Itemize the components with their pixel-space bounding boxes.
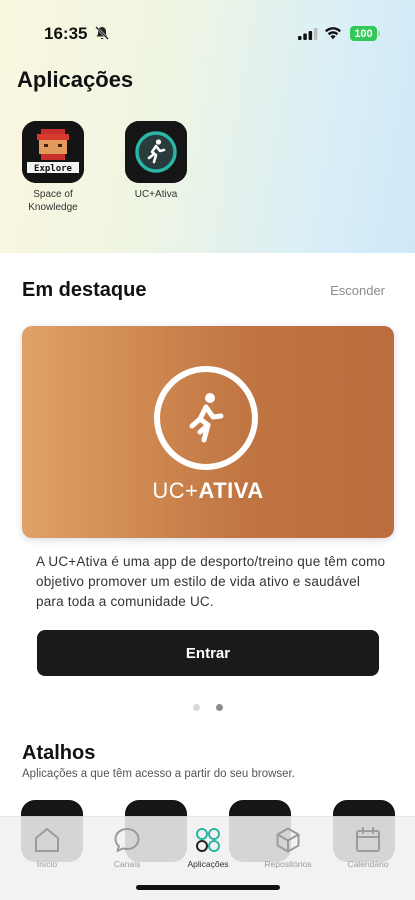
status-time: 16:35 (44, 24, 88, 43)
featured-banner[interactable]: UC+ATIVA (22, 326, 394, 538)
app-space-of-knowledge[interactable]: Explore Space of Knowledge (8, 121, 98, 214)
tab-repositorios[interactable]: Repositórios (248, 825, 328, 869)
home-icon (35, 828, 59, 852)
shortcuts-subtitle: Aplicações a que têm acesso a partir do … (22, 768, 295, 780)
tab-calendario[interactable]: Calendário (328, 825, 408, 869)
tab-label: Canais (113, 859, 141, 869)
pagination-dot-active[interactable] (216, 704, 223, 711)
tab-label: Aplicações (187, 859, 229, 869)
battery-level: 100 (354, 27, 373, 40)
shortcuts-title: Atalhos (22, 742, 96, 764)
calendar-icon (356, 827, 380, 852)
wifi-icon (325, 27, 341, 40)
banner-brand: UC+ATIVA (22, 478, 394, 504)
app-uc-ativa[interactable]: UC+Ativa (111, 121, 201, 201)
status-bar: 16:35 100 (0, 0, 415, 64)
hide-featured-button[interactable]: Esconder (330, 283, 385, 298)
apps-grid-icon (196, 828, 220, 852)
running-person-icon (154, 366, 258, 470)
space-of-knowledge-icon: Explore (22, 121, 84, 183)
cube-icon (276, 827, 300, 853)
bell-off-icon (95, 26, 109, 40)
tab-inicio[interactable]: Início (7, 825, 87, 869)
signal-icon (298, 28, 318, 40)
home-indicator[interactable] (136, 885, 280, 890)
tab-aplicacoes[interactable]: Aplicações (168, 825, 248, 869)
enter-button[interactable]: Entrar (37, 630, 379, 676)
enter-button-label: Entrar (185, 644, 231, 662)
battery-icon: 100 (350, 26, 380, 41)
app-name: Space of Knowledge (28, 189, 78, 213)
banner-brand-light: UC+ (152, 478, 199, 503)
pagination-dot[interactable] (193, 704, 200, 711)
featured-description: A UC+Ativa é uma app de desporto/treino … (36, 554, 386, 609)
app-name: UC+Ativa (134, 189, 178, 200)
banner-brand-bold: ATIVA (198, 478, 264, 503)
uc-ativa-icon (125, 121, 187, 183)
space-of-knowledge-icon-text: Explore (34, 164, 73, 174)
featured-title: Em destaque (22, 279, 147, 301)
tab-label: Calendário (347, 859, 389, 869)
chat-bubble-icon (114, 828, 140, 852)
tab-label: Início (36, 859, 58, 869)
applications-title: Aplicações (17, 67, 134, 92)
tab-label: Repositórios (264, 859, 312, 869)
tab-canais[interactable]: Canais (87, 825, 167, 869)
